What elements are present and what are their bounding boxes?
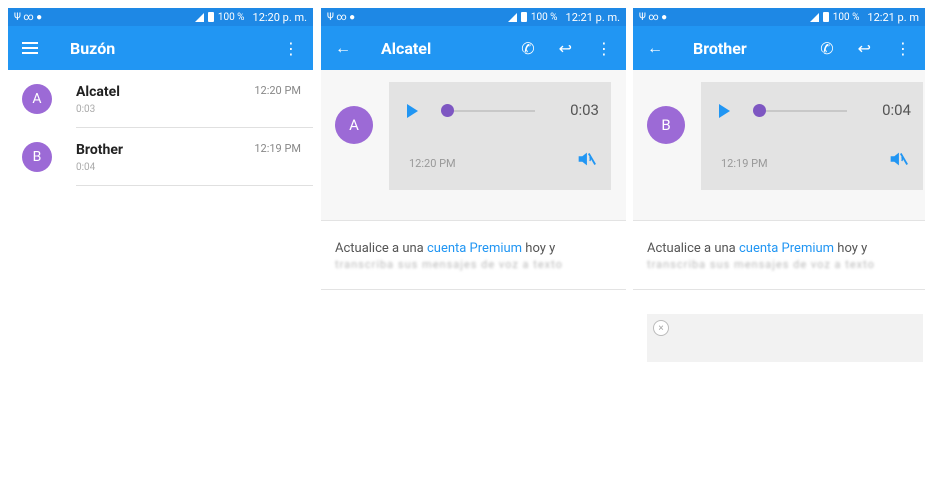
status-icons: Ψ ∞ ● [327,11,356,23]
page-title: Brother [693,38,747,58]
status-time: 12:20 p. m. [252,10,307,24]
message-detail-screen: Ψ ∞ ● 100 % 12:21 p. m. ← Alcatel ✆ ↩ ⋮ … [321,8,626,498]
premium-link[interactable]: cuenta Premium [739,241,834,256]
message-duration: 0:03 [570,101,599,119]
seek-handle[interactable] [753,104,766,117]
avatar: B [647,106,685,144]
menu-icon[interactable] [22,42,38,54]
premium-promo: Actualice a una cuenta Premium hoy y tra… [321,220,626,290]
battery-icon [822,12,829,22]
list-item[interactable]: B Brother 0:04 12:19 PM [8,128,313,186]
voicemail-bubble: 0:04 12:19 PM [701,82,923,190]
voicemail-bubble: 0:03 12:20 PM [389,82,611,190]
promo-line-2: transcriba sus mensajes de voz a texto [335,258,563,271]
status-icons: Ψ ∞ ● [639,11,668,23]
message-time: 12:20 PM [254,84,301,97]
message-duration: 0:03 [76,104,96,115]
promo-line-2: transcriba sus mensajes de voz a texto [647,258,875,271]
more-vert-icon[interactable]: ⋮ [895,39,911,58]
message-duration: 0:04 [76,162,96,173]
dismiss-bar: × [647,314,923,362]
back-arrow-icon[interactable]: ← [335,38,351,58]
play-icon[interactable] [719,104,730,118]
avatar: B [22,142,52,172]
status-icons: Ψ ∞ ● [14,11,43,23]
promo-suffix: hoy y [834,241,868,256]
message-detail-screen: Ψ ∞ ● 100 % 12:21 p. m ← Brother ✆ ↩ ⋮ B… [633,8,925,498]
battery-level: 100 % [530,11,558,23]
status-time: 12:21 p. m [867,10,919,24]
signal-icon [194,12,204,22]
reply-icon[interactable]: ↩ [858,39,871,58]
message-area: A 0:03 12:20 PM [321,70,626,220]
list-item[interactable]: A Alcatel 0:03 12:20 PM [8,70,313,128]
battery-icon [520,12,527,22]
volume-mute-icon[interactable] [887,148,909,170]
status-bar: Ψ ∞ ● 100 % 12:20 p. m. [8,8,313,26]
signal-icon [809,12,819,22]
more-vert-icon[interactable]: ⋮ [596,39,612,58]
premium-link[interactable]: cuenta Premium [427,241,522,256]
status-time: 12:21 p. m. [565,10,620,24]
phone-icon[interactable]: ✆ [521,39,534,58]
caller-name: Alcatel [76,84,120,100]
reply-icon[interactable]: ↩ [559,39,572,58]
seek-handle[interactable] [441,104,454,117]
divider [76,185,313,186]
back-arrow-icon[interactable]: ← [647,38,663,58]
voicemail-list: A Alcatel 0:03 12:20 PM B Brother 0:04 1… [8,70,313,186]
app-bar: ← Brother ✆ ↩ ⋮ [633,26,925,70]
message-time: 12:20 PM [409,157,456,170]
avatar: A [335,106,373,144]
promo-text: Actualice a una [335,241,427,256]
app-bar: Buzón ⋮ [8,26,313,70]
page-title: Buzón [70,38,116,58]
caller-name: Brother [76,142,124,158]
battery-level: 100 % [832,11,860,23]
phone-icon[interactable]: ✆ [820,39,833,58]
more-vert-icon[interactable]: ⋮ [283,39,299,58]
premium-promo: Actualice a una cuenta Premium hoy y tra… [633,220,925,290]
status-bar: Ψ ∞ ● 100 % 12:21 p. m [633,8,925,26]
app-bar: ← Alcatel ✆ ↩ ⋮ [321,26,626,70]
promo-text: Actualice a una [647,241,739,256]
close-icon[interactable]: × [653,320,669,336]
signal-icon [507,12,517,22]
avatar: A [22,84,52,114]
promo-suffix: hoy y [522,241,556,256]
page-title: Alcatel [381,38,432,58]
message-duration: 0:04 [882,101,911,119]
message-area: B 0:04 12:19 PM [633,70,925,220]
inbox-screen: Ψ ∞ ● 100 % 12:20 p. m. Buzón ⋮ A Alcate… [8,8,313,498]
seek-track[interactable] [445,110,535,112]
message-time: 12:19 PM [254,142,301,155]
volume-mute-icon[interactable] [575,148,597,170]
status-bar: Ψ ∞ ● 100 % 12:21 p. m. [321,8,626,26]
play-icon[interactable] [407,104,418,118]
battery-level: 100 % [217,11,245,23]
message-time: 12:19 PM [721,157,768,170]
battery-icon [207,12,214,22]
seek-track[interactable] [757,110,847,112]
